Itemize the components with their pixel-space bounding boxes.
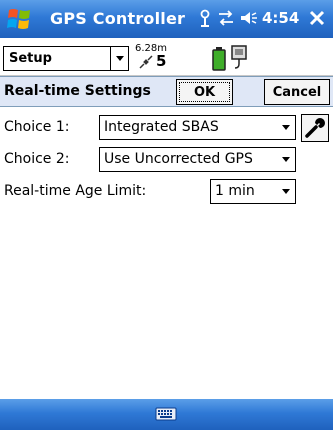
antenna-icon[interactable] [195,8,215,28]
app-title: GPS Controller [50,9,186,28]
clock[interactable]: 4:54 [262,9,299,27]
satellite-icon [139,55,153,69]
wrench-icon [305,118,325,138]
close-icon[interactable] [307,8,327,28]
age-limit-label: Real-time Age Limit: [4,183,147,199]
choice2-value: Use Uncorrected GPS [104,151,253,167]
choice1-select[interactable]: Integrated SBAS [99,115,296,140]
age-limit-value: 1 min [215,183,255,199]
choice1-value: Integrated SBAS [104,119,219,135]
chevron-down-icon[interactable] [110,47,128,70]
choice1-label: Choice 1: [4,119,70,135]
keyboard-icon[interactable] [155,406,177,422]
setup-label: Setup [9,51,52,66]
satellite-count: 5 [156,52,167,70]
connectivity-icon[interactable] [216,8,236,28]
menu-bar [0,399,333,430]
chevron-down-icon [282,157,290,162]
settings-header: Real-time Settings OK Cancel [0,76,333,107]
windows-start-icon[interactable] [6,6,34,32]
page-title: Real-time Settings [4,83,151,99]
chevron-down-icon [282,125,290,130]
choice2-select[interactable]: Use Uncorrected GPS [99,147,296,172]
battery-icon [212,47,226,71]
choice2-label: Choice 2: [4,151,70,167]
volume-icon[interactable] [239,8,259,28]
age-limit-select[interactable]: 1 min [210,179,296,204]
setup-dropdown[interactable]: Setup [3,46,129,71]
cancel-button[interactable]: Cancel [264,79,330,105]
external-power-icon [231,45,247,69]
ok-button[interactable]: OK [176,79,233,105]
chevron-down-icon [282,189,290,194]
title-bar: GPS Controller 4:54 [0,0,333,38]
configure-button[interactable] [301,114,329,142]
